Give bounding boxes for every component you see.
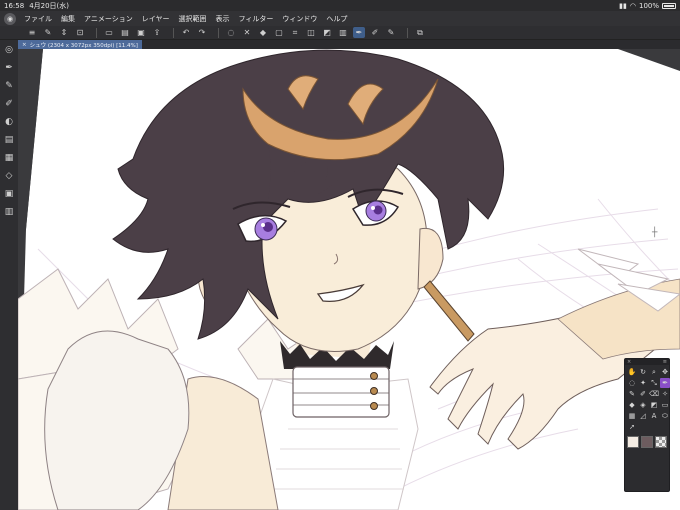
tool-color-icon[interactable]: ◐ [3,116,15,128]
new-file-icon[interactable]: ▭ [103,27,115,38]
move-tool-icon[interactable]: ✥ [660,367,670,377]
lasso-tool-icon[interactable]: ◌ [627,378,637,388]
balloon-tool-icon[interactable]: ◿ [638,411,648,421]
toolbar-divider [96,27,97,38]
magic-wand-icon[interactable]: ✦ [638,378,648,388]
toolbar-divider [218,27,219,38]
save-icon[interactable]: ▣ [135,27,147,38]
history-icon[interactable]: ▥ [3,206,15,218]
pen-tool-icon[interactable]: ✒ [353,27,365,38]
status-time: 16:58 [4,1,25,10]
floating-tool-palette: × ≡ ✋ ↻ ⌕ ✥ ◌ ✦ ⤡ ✒ ✎ ✐ ⌫ ✧ ◆ ◈ ◩ ▭ ▦ ◿ … [624,358,670,492]
sub-color-swatch[interactable] [641,436,653,448]
zoom-tool-icon[interactable]: ⌕ [649,367,659,377]
tool-property-icon[interactable]: ▦ [3,152,15,164]
color-swatches [625,434,669,450]
settings-icon[interactable]: ⊡ [74,27,86,38]
fill-icon[interactable]: ◆ [257,27,269,38]
correct-line-icon[interactable]: ➚ [627,422,637,432]
status-date: 4月20日(水) [29,1,70,10]
palette-menu-icon[interactable]: ≡ [663,359,667,365]
battery-percent: 100% [638,1,659,10]
left-panel-bar: ◎ ✒ ✎ ✐ ◐ ▤ ▦ ◇ ▣ ▥ [0,40,18,510]
close-icon[interactable]: × [22,42,27,48]
share-icon[interactable]: ⇪ [151,27,163,38]
rotate-tool-icon[interactable]: ↻ [638,367,648,377]
eraser-icon[interactable]: ✎ [385,27,397,38]
open-folder-icon[interactable]: ▤ [119,27,131,38]
tool-airbrush-icon[interactable]: ✐ [3,98,15,110]
menu-filter[interactable]: フィルター [239,14,274,24]
menu-layer[interactable]: レイヤー [142,14,170,24]
undo-icon[interactable]: ↶ [180,27,192,38]
crop-icon[interactable]: ⌗ [289,27,301,38]
main-color-swatch[interactable] [627,436,639,448]
eyedropper-icon[interactable]: ⤡ [649,378,659,388]
navigator-icon[interactable]: ◎ [3,44,15,56]
fill-tool-icon[interactable]: ◈ [638,400,648,410]
toolbar-divider [407,27,408,38]
wifi-icon: ◠ [629,1,636,10]
gradient-icon[interactable]: ◩ [321,27,333,38]
app-menu-icon[interactable]: ◉ [4,12,16,25]
command-bar: ≡ ✎ ⇕ ⊡ ▭ ▤ ▣ ⇪ ↶ ↷ ◌ ✕ ◆ ▢ ⌗ ◫ ◩ ▥ ✒ ✐ … [0,26,680,40]
hamburger-icon[interactable]: ≡ [26,27,38,38]
menu-view[interactable]: 表示 [216,14,230,24]
brush-icon[interactable]: ✐ [369,27,381,38]
sparkle-tool-icon[interactable]: ✧ [660,389,670,399]
tool-subtool-icon[interactable]: ▤ [3,134,15,146]
menu-bar: ◉ ファイル 編集 アニメーション レイヤー 選択範囲 表示 フィルター ウィン… [0,11,680,26]
menu-file[interactable]: ファイル [24,14,52,24]
hide-selection-icon[interactable]: ◫ [305,27,317,38]
frame-tool-icon[interactable]: ▦ [627,411,637,421]
gradient-tool-icon[interactable]: ◩ [649,400,659,410]
figure-tool-icon[interactable]: ▭ [660,400,670,410]
document-tab[interactable]: × シュウ (2304 x 3072px 350dpi) [11.4%] [18,40,142,49]
layer-icon[interactable]: ◇ [3,170,15,182]
ruler-icon[interactable]: ▥ [337,27,349,38]
crosshair-cursor-icon: ┼ [652,228,658,238]
tool-pen-icon[interactable]: ✒ [3,62,15,74]
canvas-area[interactable] [18,49,680,510]
pen-active-icon[interactable]: ✒ [660,378,670,388]
illustration [18,49,680,510]
eraser-tool-icon[interactable]: ⌫ [649,389,659,399]
signal-icon: ▮▮ [619,1,627,10]
quick-access-icon[interactable]: ⧉ [414,27,426,38]
material-icon[interactable]: ▣ [3,188,15,200]
blend-tool-icon[interactable]: ◆ [627,400,637,410]
document-tab-bar: × シュウ (2304 x 3072px 350dpi) [11.4%] [18,40,680,49]
palette-close-icon[interactable]: × [627,359,631,365]
toolbar-divider [173,27,174,38]
battery-icon [662,2,676,9]
clear-icon[interactable]: ✕ [241,27,253,38]
document-tab-label: シュウ (2304 x 3072px 350dpi) [11.4%] [29,42,138,49]
deselect-icon[interactable]: ◌ [225,27,237,38]
menu-animation[interactable]: アニメーション [84,14,133,24]
new-canvas-icon[interactable]: ✎ [42,27,54,38]
ios-status-bar: 16:58 4月20日(水) ▮▮ ◠ 100% [0,0,680,11]
airbrush-tool-icon[interactable]: ✐ [638,389,648,399]
hand-tool-icon[interactable]: ✋ [627,367,637,377]
shape-tool-icon[interactable]: ⬭ [660,411,670,421]
menu-edit[interactable]: 編集 [61,14,75,24]
menu-window[interactable]: ウィンドウ [282,14,317,24]
palette-tool-grid: ✋ ↻ ⌕ ✥ ◌ ✦ ⤡ ✒ ✎ ✐ ⌫ ✧ ◆ ◈ ◩ ▭ ▦ ◿ A ⬭ … [625,365,670,434]
brush-tool-icon[interactable]: ✎ [627,389,637,399]
status-indicators: ▮▮ ◠ 100% [619,2,676,10]
transparent-color-swatch[interactable] [655,436,667,448]
stepper-icon[interactable]: ⇕ [58,27,70,38]
tool-pencil-icon[interactable]: ✎ [3,80,15,92]
text-tool-icon[interactable]: A [649,411,659,421]
menu-selection[interactable]: 選択範囲 [179,14,207,24]
menu-help[interactable]: ヘルプ [326,14,347,24]
redo-icon[interactable]: ↷ [196,27,208,38]
transform-icon[interactable]: ▢ [273,27,285,38]
